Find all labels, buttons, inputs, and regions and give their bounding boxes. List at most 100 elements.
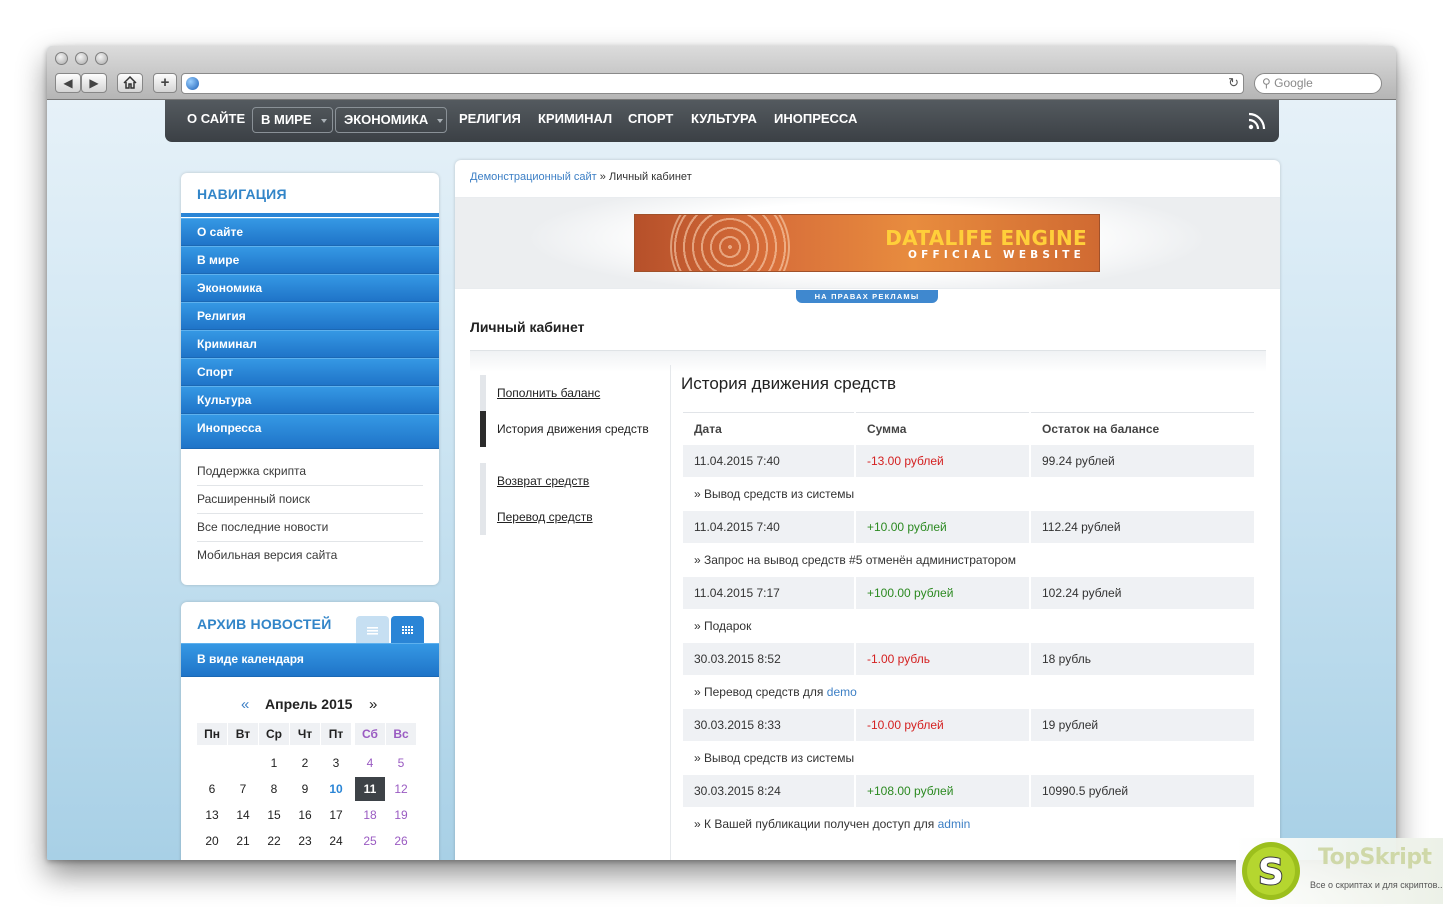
calendar-day[interactable]: 23	[290, 830, 320, 852]
calendar-day[interactable]: 13	[197, 804, 227, 826]
calendar-day[interactable]: 24	[321, 830, 351, 852]
history-amount: +100.00 рублей	[856, 577, 1029, 609]
back-button[interactable]: ◀	[55, 73, 81, 93]
calendar-day[interactable]: 25	[355, 830, 385, 852]
history-row: 30.03.2015 8:52 -1.00 рубль 18 рубль	[683, 643, 1254, 675]
history-description-text: » Перевод средств для	[694, 685, 824, 699]
side-link-history[interactable]: История движения средств	[480, 411, 660, 447]
nav-item-culture[interactable]: Культура	[181, 386, 439, 414]
calendar-day[interactable]: 21	[228, 830, 258, 852]
calendar-day[interactable]: 10	[321, 778, 351, 800]
history-amount: -10.00 рублей	[856, 709, 1029, 741]
side-link-topup[interactable]: Пополнить баланс	[480, 375, 660, 411]
nav-link-mobile[interactable]: Мобильная версия сайта	[197, 542, 423, 570]
forward-button[interactable]: ▶	[81, 73, 107, 93]
topmenu-item-about[interactable]: О САЙТЕ	[179, 107, 253, 133]
calendar-next-button[interactable]: »	[369, 696, 377, 713]
calendar-day[interactable]: 16	[290, 804, 320, 826]
calendar-day[interactable]: 9	[290, 778, 320, 800]
topmenu-item-religion[interactable]: РЕЛИГИЯ	[451, 107, 529, 133]
calendar-day[interactable]: 15	[259, 804, 289, 826]
nav-link-support[interactable]: Поддержка скрипта	[197, 458, 423, 486]
banner-title: DATALIFE ENGINE	[885, 226, 1087, 250]
history-balance: 102.24 рублей	[1031, 577, 1254, 609]
archive-mode-label: В виде календаря	[181, 643, 439, 677]
nav-item-inopressa[interactable]: Инопресса	[181, 414, 439, 449]
history-description-text: » Вывод средств из системы	[694, 751, 855, 765]
calendar-day[interactable]: 20	[197, 830, 227, 852]
history-row: 11.04.2015 7:17 +100.00 рублей 102.24 рубл…	[683, 577, 1254, 609]
nav-link-advanced-search[interactable]: Расширенный поиск	[197, 486, 423, 514]
calendar-prev-button[interactable]: «	[241, 696, 249, 713]
new-tab-button[interactable]: +	[153, 73, 177, 93]
calendar-weekday: Пт	[321, 723, 351, 745]
nav-item-about[interactable]: О сайте	[181, 218, 439, 246]
list-icon	[367, 627, 378, 635]
search-placeholder: Google	[1274, 76, 1313, 90]
address-bar[interactable]: ↻	[181, 73, 1244, 94]
history-row: 30.03.2015 8:24 +108.00 рублей 10990.5 руб…	[683, 775, 1254, 807]
topmenu-item-inopressa[interactable]: ИНОПРЕССА	[766, 107, 865, 133]
calendar-day[interactable]: 14	[228, 804, 258, 826]
topmenu-item-culture[interactable]: КУЛЬТУРА	[683, 107, 765, 133]
zoom-window-button[interactable]	[95, 52, 108, 65]
calendar-day[interactable]: 6	[197, 778, 227, 800]
datalife-banner[interactable]: DATALIFE ENGINE OFFICIAL WEBSITE	[634, 214, 1100, 272]
topmenu-item-sport[interactable]: СПОРТ	[620, 107, 681, 133]
calendar-day[interactable]: 18	[355, 804, 385, 826]
calendar-day[interactable]: 12	[386, 778, 416, 800]
nav-item-religion[interactable]: Религия	[181, 302, 439, 330]
history-row: 11.04.2015 7:40 -13.00 рублей 99.24 рублей	[683, 445, 1254, 477]
calendar-day[interactable]: 5	[386, 752, 416, 774]
calendar-day[interactable]: 2	[290, 752, 320, 774]
back-arrow-icon: ◀	[63, 76, 73, 90]
archive-list-tab[interactable]	[356, 616, 389, 644]
calendar-day[interactable]: 17	[321, 804, 351, 826]
calendar-day[interactable]: 4	[355, 752, 385, 774]
calendar-day[interactable]: 19	[386, 804, 416, 826]
breadcrumb-home-link[interactable]: Демонстрационный сайт	[470, 171, 597, 183]
history-description: » Перевод средств для demo	[683, 675, 1254, 709]
topmenu-item-world[interactable]: В МИРЕ	[252, 107, 333, 133]
navigation-divider	[181, 213, 439, 217]
side-link-refund[interactable]: Возврат средств	[480, 463, 660, 499]
calendar-day[interactable]: 26	[386, 830, 416, 852]
topmenu-item-label: ЭКОНОМИКА	[344, 112, 429, 127]
calendar-weekday: Вт	[228, 723, 258, 745]
topmenu-item-economy[interactable]: ЭКОНОМИКА	[335, 107, 447, 133]
calendar-day[interactable]: 3	[321, 752, 351, 774]
history-row: 30.03.2015 8:33 -10.00 рублей 19 рублей	[683, 709, 1254, 741]
calendar-day[interactable]: 1	[259, 752, 289, 774]
calendar-day[interactable]: 8	[259, 778, 289, 800]
calendar-day[interactable]: 7	[228, 778, 258, 800]
nav-item-economy[interactable]: Экономика	[181, 274, 439, 302]
watermark-tagline: Все о скриптах и для скриптов...	[1310, 880, 1443, 890]
top-menu: О САЙТЕ В МИРЕ ЭКОНОМИКА РЕЛИГИЯ КРИМИНА…	[165, 100, 1279, 142]
nav-item-sport[interactable]: Спорт	[181, 358, 439, 386]
side-link-transfer[interactable]: Перевод средств	[480, 499, 660, 535]
history-amount: -13.00 рублей	[856, 445, 1029, 477]
topmenu-item-crime[interactable]: КРИМИНАЛ	[530, 107, 620, 133]
home-button[interactable]	[117, 73, 143, 93]
history-balance: 99.24 рублей	[1031, 445, 1254, 477]
browser-search-input[interactable]: ⚲ Google	[1254, 73, 1382, 94]
reload-icon[interactable]: ↻	[1228, 75, 1239, 91]
home-icon	[123, 75, 137, 89]
nav-item-crime[interactable]: Криминал	[181, 330, 439, 358]
rss-icon[interactable]	[1248, 112, 1266, 130]
nav-item-world[interactable]: В мире	[181, 246, 439, 274]
minimize-window-button[interactable]	[75, 52, 88, 65]
main-content: Демонстрационный сайт » Личный кабинет D…	[455, 160, 1280, 860]
archive-calendar-tab[interactable]	[391, 616, 424, 644]
history-user-link[interactable]: admin	[934, 817, 971, 831]
close-window-button[interactable]	[55, 52, 68, 65]
calendar-weekday: Ср	[259, 723, 289, 745]
calendar-day[interactable]: 11	[355, 777, 385, 801]
nav-link-latest-news[interactable]: Все последние новости	[197, 514, 423, 542]
watermark-name: TopSkript	[1318, 845, 1432, 870]
calendar-weekday: Сб	[355, 723, 385, 745]
calendar-day[interactable]: 22	[259, 830, 289, 852]
search-icon: ⚲	[1262, 76, 1271, 90]
history-user-link[interactable]: demo	[823, 685, 857, 699]
history-description: » Вывод средств из системы	[683, 477, 1254, 511]
